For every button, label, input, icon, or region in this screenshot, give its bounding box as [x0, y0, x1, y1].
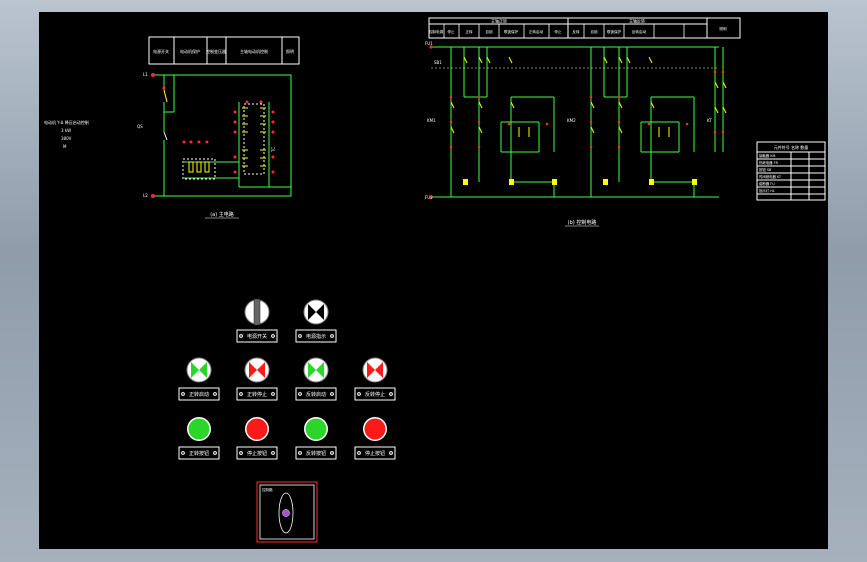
right-cell-5: 正转启动 [529, 29, 544, 34]
cad-canvas: 电源开关 电动机保护 控制变压器 主轴电动机控制 照明 电动机 Y-Δ 降压启动… [44, 17, 826, 543]
node-label-km1: KM1 [427, 118, 436, 123]
button-stop-2[interactable]: 停止按钮 [354, 417, 396, 460]
right-cell-3: 自锁 [485, 29, 493, 34]
side-note-line-2: 380V [61, 136, 72, 141]
left-table-header-0: 电源开关 [153, 48, 169, 54]
button-forward[interactable]: 正转按钮 [178, 417, 220, 460]
left-table-header-3: 主轴电动机控制 [240, 48, 268, 54]
right-cell-9: 联锁保护 [607, 29, 622, 34]
left-diagram-caption: (a) 主电路 [210, 211, 234, 218]
legend-row-4: 熔断器 FU [759, 181, 775, 186]
cabinet-label: 控制箱 [262, 487, 273, 492]
right-cell-8: 自锁 [590, 29, 598, 34]
node-label-fu1: FU1 [425, 41, 433, 46]
left-wiring [153, 74, 292, 197]
right-cell-4: 联锁保护 [504, 29, 519, 34]
left-table-header-4: 照明 [286, 49, 294, 54]
lamp-forward-stop: 正转停止 [236, 357, 278, 401]
right-title-table: 主轴正转 主轴反转 控制电源 停止 正转 自锁 联锁保护 正转启动 停止 反转 … [428, 17, 741, 39]
right-diagram-caption: (b) 控制电路 [568, 219, 597, 226]
right-cell-2: 正转 [465, 29, 473, 34]
side-note-line-0: 电动机 Y-Δ 降压启动控制 [44, 119, 89, 125]
side-note-line-3: M [63, 144, 67, 149]
lamp-reverse-start: 反转启动 [295, 357, 337, 401]
panel-row3-label-1: 停止按钮 [247, 450, 267, 457]
right-cell-7: 反转 [572, 29, 580, 34]
drawing-sheet: 电源开关 电动机保护 控制变压器 主轴电动机控制 照明 电动机 Y-Δ 降压启动… [39, 12, 828, 549]
legend-row-0: 接触器 KM [759, 153, 775, 158]
control-panel: 电源开关 电源指示 正转启动 正转停止 反转启动 反转停止 正转按钮 停止按钮 … [178, 298, 396, 543]
cabinet-lock-icon[interactable] [282, 509, 290, 517]
panel-row2-label-3: 反转停止 [365, 391, 385, 398]
panel-row2-label-0: 正转启动 [189, 391, 209, 398]
node-label-tc: TC [271, 147, 276, 153]
left-table-header-1: 电动机保护 [180, 48, 200, 54]
right-cell-6: 停止 [554, 29, 562, 34]
panel-row3-label-3: 停止按钮 [365, 450, 385, 457]
right-group-right: 主轴反转 [629, 18, 645, 24]
node-label-l2: L2 [143, 193, 148, 198]
side-note-line-1: 3 kW [61, 128, 71, 133]
node-label-l1: L1 [143, 72, 148, 77]
right-cell-1: 停止 [447, 29, 455, 34]
node-label-km2: KM2 [567, 118, 576, 123]
node-label-qs: QS [137, 124, 143, 129]
left-table-header-2: 控制变压器 [206, 48, 226, 54]
legend-row-3: 时间继电器 KT [759, 174, 782, 179]
side-note: 电动机 Y-Δ 降压启动控制 3 kW 380V M [44, 119, 89, 149]
panel-row1-label-1: 电源指示 [306, 333, 326, 340]
right-circuit: 主轴正转 主轴反转 控制电源 停止 正转 自锁 联锁保护 正转启动 停止 反转 … [425, 17, 741, 227]
legend-row-5: 指示灯 HL [759, 188, 775, 193]
lamp-forward-start: 正转启动 [178, 357, 220, 401]
lamp-reverse-stop: 反转停止 [354, 357, 396, 401]
panel-row3-label-2: 反转按钮 [306, 450, 326, 457]
right-cell-0: 控制电源 [429, 29, 444, 34]
legend-row-1: 热继电器 FR [759, 160, 779, 165]
node-label-fu2: FU2 [425, 195, 433, 200]
panel-row3-label-0: 正转按钮 [189, 450, 209, 457]
button-reverse[interactable]: 反转按钮 [295, 417, 337, 460]
button-stop-1[interactable]: 停止按钮 [236, 417, 278, 460]
panel-row2-label-1: 正转停止 [247, 391, 267, 398]
left-components: L1 L2 QS TC [137, 72, 276, 198]
right-components: FU1 FU2 SB1 KM1 KM2 KT [425, 41, 727, 200]
cabinet: 控制箱 [256, 481, 318, 543]
legend-table: 元件符号 名称 数量 接触器 KM 热继电器 FR 按钮 SB 时间继电器 KT… [756, 141, 826, 201]
panel-row2-label-2: 反转启动 [306, 391, 326, 398]
power-indicator-lamp: 电源指示 [295, 299, 337, 343]
legend-title: 元件符号 名称 数量 [774, 144, 809, 150]
panel-row1-label-0: 电源开关 [247, 333, 267, 340]
left-title-table: 电源开关 电动机保护 控制变压器 主轴电动机控制 照明 [148, 36, 300, 65]
right-cell-11: 照明 [719, 26, 727, 31]
legend-row-2: 按钮 SB [759, 167, 772, 172]
node-label-kt: KT [707, 118, 712, 123]
left-circuit: 电源开关 电动机保护 控制变压器 主轴电动机控制 照明 电动机 Y-Δ 降压启动… [44, 36, 300, 219]
right-wiring [431, 46, 724, 198]
selector-switch[interactable]: 电源开关 [236, 298, 278, 343]
right-cell-10: 反转启动 [632, 29, 647, 34]
node-label-sb1: SB1 [434, 60, 442, 65]
right-group-left: 主轴正转 [491, 18, 507, 24]
